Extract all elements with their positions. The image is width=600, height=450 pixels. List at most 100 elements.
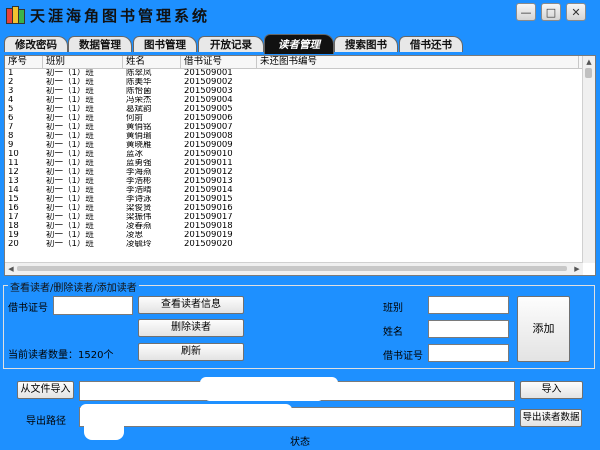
table-cell: 201509003 (184, 87, 233, 96)
table-cell: 201509001 (184, 69, 233, 78)
import-from-file-button[interactable]: 从文件导入 (17, 381, 74, 399)
table-row[interactable]: 19 初一（1）班 凌思 201509019 (5, 231, 595, 240)
table-cell: 201509009 (184, 141, 233, 150)
import-button[interactable]: 导入 (520, 381, 583, 399)
table-cell (257, 213, 579, 222)
vertical-scrollbar[interactable]: ▲ (582, 56, 595, 263)
table-row[interactable]: 14 初一（1）班 李浩晴 201509014 (5, 186, 595, 195)
column-header[interactable]: 序号 (5, 56, 43, 68)
minimize-button[interactable]: — (516, 3, 536, 21)
table-cell: 蓝冰 (126, 150, 144, 159)
table-row[interactable]: 7 初一（1）班 黄俏铭 201509007 (5, 123, 595, 132)
scroll-left-icon[interactable]: ◀ (5, 263, 17, 275)
table-cell: 初一（1）班 (46, 213, 94, 222)
view-reader-button[interactable]: 查看读者信息 (138, 296, 244, 314)
column-header[interactable]: 未还图书编号 (257, 56, 579, 68)
table-cell (257, 78, 579, 87)
tab-borrow-return[interactable]: 借书还书 (399, 36, 463, 52)
table-row[interactable]: 8 初一（1）班 黄俏瑜 201509008 (5, 132, 595, 141)
table-cell: 201509006 (184, 114, 233, 123)
table-cell: 9 (8, 141, 14, 150)
refresh-button[interactable]: 刷新 (138, 343, 244, 361)
table-row[interactable]: 11 初一（1）班 蓝勇强 201509011 (5, 159, 595, 168)
table-cell: 201509004 (184, 96, 233, 105)
table-cell: 201509013 (184, 177, 233, 186)
table-cell: 凌思 (126, 231, 144, 240)
redaction (290, 408, 340, 418)
new-card-label: 借书证号 (383, 351, 423, 362)
column-header[interactable]: 借书证号 (181, 56, 257, 68)
table-row[interactable]: 12 初一（1）班 李海燕 201509012 (5, 168, 595, 177)
table-cell: 初一（1）班 (46, 177, 94, 186)
scroll-right-icon[interactable]: ▶ (571, 263, 583, 275)
scroll-thumb[interactable] (585, 68, 592, 78)
table-cell: 陈怡菌 (126, 87, 152, 96)
table-row[interactable]: 2 初一（1）班 陈美华 201509002 (5, 78, 595, 87)
reader-table[interactable]: 序号 班别 姓名 借书证号 未还图书编号 1 初一（1）班 陈翠凤 201509001… (4, 55, 596, 276)
table-header: 序号 班别 姓名 借书证号 未还图书编号 (5, 56, 595, 69)
export-path-label: 导出路径 (26, 416, 66, 427)
table-cell: 李浩彬 (126, 177, 152, 186)
close-button[interactable]: ✕ (566, 3, 586, 21)
delete-reader-button[interactable]: 删除读者 (138, 319, 244, 337)
table-row[interactable]: 13 初一（1）班 李浩彬 201509013 (5, 177, 595, 186)
scroll-up-icon[interactable]: ▲ (583, 56, 595, 68)
table-cell: 201509011 (184, 159, 233, 168)
table-row[interactable]: 1 初一（1）班 陈翠凤 201509001 (5, 69, 595, 78)
column-header[interactable]: 姓名 (123, 56, 181, 68)
table-cell (257, 141, 579, 150)
tab-book-management[interactable]: 图书管理 (133, 36, 197, 52)
tab-change-password[interactable]: 修改密码 (4, 36, 68, 52)
class-input[interactable] (428, 296, 509, 314)
table-cell: 初一（1）班 (46, 105, 94, 114)
tab-data-management[interactable]: 数据管理 (68, 36, 132, 52)
tab-open-records[interactable]: 开放记录 (198, 36, 264, 52)
table-cell: 1 (8, 69, 14, 78)
table-cell: 3 (8, 87, 14, 96)
table-row[interactable]: 5 初一（1）班 葛斌韵 201509005 (5, 105, 595, 114)
new-card-input[interactable] (428, 344, 509, 362)
table-row[interactable]: 15 初一（1）班 李诗泳 201509015 (5, 195, 595, 204)
table-cell: 黄俏铭 (126, 123, 152, 132)
table-cell (257, 204, 579, 213)
name-input[interactable] (428, 320, 509, 338)
table-row[interactable]: 9 初一（1）班 黄晓雁 201509009 (5, 141, 595, 150)
table-cell: 李诗泳 (126, 195, 152, 204)
table-cell: 201509015 (184, 195, 233, 204)
table-cell: 陈翠凤 (126, 69, 152, 78)
table-cell (257, 114, 579, 123)
add-reader-button[interactable]: 添加 (517, 296, 570, 362)
books-icon (6, 6, 28, 24)
horizontal-scrollbar[interactable]: ◀ ▶ (5, 262, 583, 275)
table-row[interactable]: 18 初一（1）班 凌春燕 201509018 (5, 222, 595, 231)
table-cell: 梁俊贤 (126, 204, 152, 213)
table-cell (257, 222, 579, 231)
table-row[interactable]: 16 初一（1）班 梁俊贤 201509016 (5, 204, 595, 213)
table-row[interactable]: 20 初一（1）班 凌毓玲 201509020 (5, 240, 595, 249)
table-cell: 201509014 (184, 186, 233, 195)
column-header[interactable]: 班别 (43, 56, 123, 68)
tab-strip: 修改密码 数据管理 图书管理 开放记录 读者管理 搜索图书 借书还书 (0, 34, 600, 54)
table-cell (257, 195, 579, 204)
table-cell: 初一（1）班 (46, 168, 94, 177)
table-row[interactable]: 17 初一（1）班 梁振伟 201509017 (5, 213, 595, 222)
table-row[interactable]: 3 初一（1）班 陈怡菌 201509003 (5, 87, 595, 96)
card-number-input[interactable] (53, 296, 133, 315)
table-cell: 13 (8, 177, 19, 186)
name-label: 姓名 (383, 327, 403, 338)
table-row[interactable]: 10 初一（1）班 蓝冰 201509010 (5, 150, 595, 159)
tab-search-books[interactable]: 搜索图书 (334, 36, 398, 52)
table-cell: 初一（1）班 (46, 186, 94, 195)
maximize-button[interactable]: □ (541, 3, 561, 21)
table-cell (257, 123, 579, 132)
table-cell (257, 177, 579, 186)
table-row[interactable]: 4 初一（1）班 冯荣杰 201509004 (5, 96, 595, 105)
export-readers-button[interactable]: 导出读者数据 (520, 409, 582, 427)
table-row[interactable]: 6 初一（1）班 何前 201509006 (5, 114, 595, 123)
table-cell: 初一（1）班 (46, 114, 94, 123)
tab-reader-management[interactable]: 读者管理 (264, 34, 334, 54)
table-cell: 初一（1）班 (46, 69, 94, 78)
scroll-thumb[interactable] (17, 266, 567, 271)
table-cell: 初一（1）班 (46, 195, 94, 204)
table-cell: 黄俏瑜 (126, 132, 152, 141)
